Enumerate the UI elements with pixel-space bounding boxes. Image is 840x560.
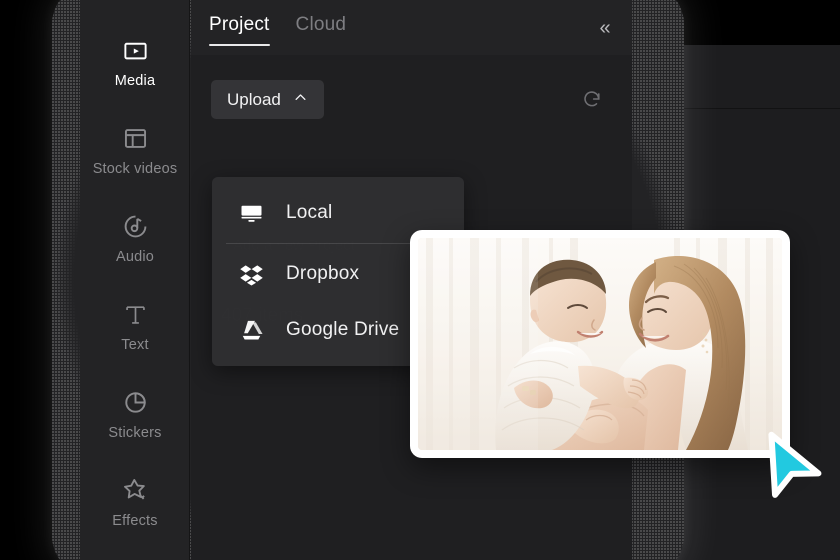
sidebar-item-label: Stickers [108,425,162,441]
collapse-glyph: « [599,17,611,39]
sidebar-item-label: Audio [115,249,155,265]
tab-cloud[interactable]: Cloud [296,14,347,46]
menu-item-label: Dropbox [286,263,360,284]
chevron-up-icon [293,90,308,110]
panel-header: Project Cloud « [191,0,632,55]
sidebar-item-label: Text [121,337,149,353]
menu-item-label: Local [286,202,333,223]
text-t-icon [120,299,150,329]
tab-project[interactable]: Project [209,14,270,46]
sidebar-item-stock-videos[interactable]: Stock videos [80,106,190,194]
media-play-icon [120,35,150,65]
audio-note-icon [120,211,150,241]
menu-item-label: Google Drive [286,319,400,340]
collapse-panel-icon[interactable]: « [592,15,618,41]
sidebar-item-media[interactable]: Media [80,18,190,106]
sidebar-item-effects[interactable]: Effects [80,458,190,546]
sidebar-item-stickers[interactable]: Stickers [80,370,190,458]
tab-label: Project [209,14,270,35]
panel-tabs: Project Cloud [209,14,346,46]
layout-grid-icon [120,123,150,153]
upload-button-label: Upload [227,89,281,109]
dropbox-icon [238,261,264,287]
tab-label: Cloud [295,14,347,35]
app-window: Media Stock videos Audio Text Stickers E… [0,0,840,560]
sidebar-item-label: Effects [112,513,158,529]
sticker-icon [120,387,150,417]
sidebar-item-label: Stock videos [92,161,178,177]
media-thumbnail-card[interactable] [410,230,790,458]
photo-mother-and-baby [418,238,782,450]
effects-star-icon [120,475,150,505]
upload-button[interactable]: Upload [211,80,324,119]
refresh-icon[interactable] [578,85,606,113]
monitor-icon [238,200,264,226]
sidebar-item-audio[interactable]: Audio [80,194,190,282]
sidebar-item-text[interactable]: Text [80,282,190,370]
sidebar: Media Stock videos Audio Text Stickers E… [80,0,190,560]
sidebar-item-label: Media [114,73,156,89]
google-drive-icon [238,317,264,343]
